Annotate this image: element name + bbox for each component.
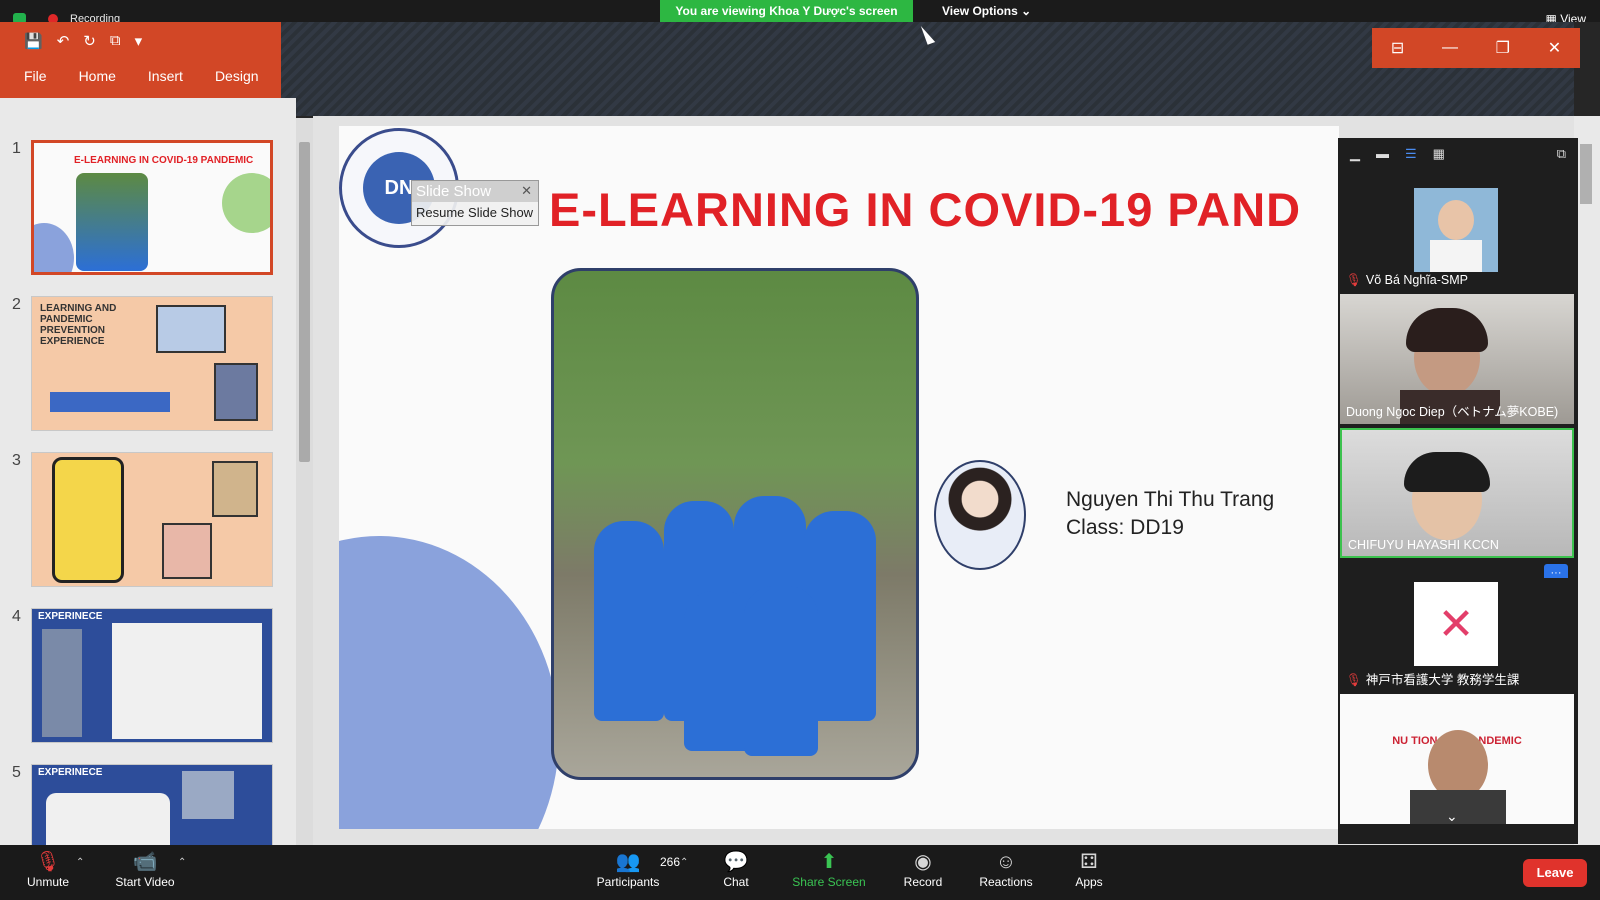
thumb-number: 4 bbox=[12, 608, 21, 625]
chat-button[interactable]: 💬 Chat bbox=[695, 849, 777, 889]
reactions-button[interactable]: ☺ Reactions bbox=[965, 849, 1047, 889]
restore-icon[interactable]: ❐ bbox=[1496, 38, 1510, 58]
group-photo bbox=[551, 268, 919, 780]
student-name: Nguyen Thi Thu Trang bbox=[1066, 488, 1275, 511]
slide-thumbnail-2[interactable]: LEARNING AND PANDEMIC PREVENTION EXPERIE… bbox=[31, 296, 273, 431]
decorative-circle bbox=[339, 536, 559, 829]
video-tile[interactable]: NU TION DURIN NDEMIC bbox=[1340, 694, 1574, 824]
slide-thumbnail-1[interactable]: E-LEARNING IN COVID-19 PANDEMIC bbox=[31, 140, 273, 275]
minimize-icon[interactable]: — bbox=[1442, 39, 1458, 57]
tab-home[interactable]: Home bbox=[79, 68, 116, 84]
zoom-top-bar: Recording You are viewing Khoa Y Dược's … bbox=[0, 0, 1600, 27]
video-tile[interactable]: 🎙 Võ Bá Nghĩa-SMP bbox=[1340, 174, 1574, 292]
window-controls: ⊟ — ❐ ✕ bbox=[1372, 28, 1580, 68]
slide-thumbnail-3[interactable] bbox=[31, 452, 273, 587]
muted-mic-icon: 🎙 bbox=[1346, 273, 1362, 287]
undo-icon[interactable]: ↶ bbox=[57, 32, 70, 50]
student-portrait bbox=[934, 460, 1026, 570]
tab-file[interactable]: File bbox=[24, 68, 47, 84]
view-options-button[interactable]: View Options ⌄ bbox=[942, 0, 1031, 22]
nursing-logo-icon: ✕ bbox=[1414, 582, 1498, 666]
start-video-button[interactable]: 📹 Start Video bbox=[104, 849, 186, 889]
slide-thumbnail-4[interactable]: EXPERINECE bbox=[31, 608, 273, 743]
reactions-icon: ☺ bbox=[995, 851, 1017, 873]
share-screen-button[interactable]: ⬆ Share Screen bbox=[788, 849, 870, 889]
video-tile[interactable]: Duong Ngoc Diep（ベトナム夢KOBE) bbox=[1340, 294, 1574, 424]
participants-count: 266 bbox=[660, 855, 681, 869]
slide-title: E-LEARNING IN COVID-19 PAND bbox=[549, 183, 1302, 236]
thumb-number: 2 bbox=[12, 296, 21, 313]
thumb-number: 1 bbox=[12, 140, 21, 157]
thumb-number: 5 bbox=[12, 764, 21, 781]
quick-access-toolbar: 💾 ↶ ↻ ⧉ ▾ bbox=[24, 32, 142, 50]
ppt-ribbon: 💾 ↶ ↻ ⧉ ▾ File Home Insert Design bbox=[0, 22, 281, 98]
current-slide: DN Slide Show ✕ Resume Slide Show E-LEAR… bbox=[339, 126, 1339, 829]
layout-icon[interactable]: ⊟ bbox=[1391, 38, 1404, 58]
video-off-icon: 📹 bbox=[132, 851, 158, 873]
record-button[interactable]: ◉ Record bbox=[882, 849, 964, 889]
video-gallery: ▁ ▬ ☰ ▦ ⧉ 🎙 Võ Bá Nghĩa-SMP Duong Ngoc Di… bbox=[1338, 138, 1578, 844]
chevron-up-icon[interactable]: ⌃ bbox=[680, 857, 688, 868]
thumb-photo bbox=[76, 173, 148, 271]
grid-view-icon[interactable]: ▦ bbox=[1433, 146, 1445, 162]
minimize-icon[interactable]: ▁ bbox=[1350, 146, 1360, 162]
leave-button[interactable]: Leave bbox=[1523, 859, 1587, 887]
muted-mic-icon: 🎙 bbox=[1346, 673, 1362, 687]
participants-button[interactable]: 👥 Participants bbox=[587, 849, 669, 889]
chevron-down-icon[interactable]: ⌄ bbox=[1446, 808, 1458, 825]
tab-design[interactable]: Design bbox=[215, 68, 259, 84]
popout-icon[interactable]: ⧉ bbox=[1557, 146, 1566, 162]
thumbnails-scrollbar[interactable] bbox=[296, 118, 313, 845]
video-tile-active-speaker[interactable]: CHIFUYU HAYASHI KCCN bbox=[1340, 428, 1574, 558]
chat-icon: 💬 bbox=[723, 851, 749, 873]
ribbon-tabs: File Home Insert Design bbox=[24, 68, 259, 84]
gallery-view-controls: ▁ ▬ ☰ ▦ ⧉ bbox=[1338, 138, 1578, 170]
slideshow-popup[interactable]: Slide Show ✕ Resume Slide Show bbox=[411, 180, 539, 226]
slide-thumbnail-5[interactable]: EXPERINECE bbox=[31, 764, 273, 845]
record-icon: ◉ bbox=[914, 851, 932, 873]
slide-thumbnails-pane: 1 E-LEARNING IN COVID-19 PANDEMIC 2 LEAR… bbox=[0, 98, 296, 845]
tab-insert[interactable]: Insert bbox=[148, 68, 183, 84]
close-icon[interactable]: ✕ bbox=[521, 183, 532, 199]
participants-icon: 👥 bbox=[615, 851, 641, 873]
apps-icon: ⚃ bbox=[1080, 851, 1098, 873]
student-info: Nguyen Thi Thu Trang Class: DD19 bbox=[1066, 486, 1274, 542]
redo-icon[interactable]: ↻ bbox=[83, 32, 96, 50]
speaker-view-icon[interactable]: ☰ bbox=[1405, 146, 1417, 162]
resume-slideshow-button[interactable]: Resume Slide Show bbox=[412, 202, 538, 224]
close-icon[interactable]: ✕ bbox=[1548, 38, 1561, 58]
chevron-up-icon[interactable]: ⌃ bbox=[178, 857, 186, 868]
shared-screen: 💾 ↶ ↻ ⧉ ▾ File Home Insert Design ⊟ — ❐ … bbox=[0, 22, 1600, 845]
chevron-up-icon[interactable]: ⌃ bbox=[76, 857, 84, 868]
video-tile[interactable]: ✕ 🎙 神戸市看護大学 教務学生課 bbox=[1340, 578, 1574, 692]
save-icon[interactable]: 💾 bbox=[24, 32, 43, 50]
avatar bbox=[1414, 188, 1498, 272]
apps-button[interactable]: ⚃ Apps bbox=[1048, 849, 1130, 889]
student-class: Class: DD19 bbox=[1066, 516, 1184, 539]
more-icon[interactable]: ▾ bbox=[135, 32, 143, 50]
single-view-icon[interactable]: ▬ bbox=[1376, 146, 1389, 162]
viewing-banner: You are viewing Khoa Y Dược's screen bbox=[660, 0, 913, 22]
unmute-button[interactable]: 🎙 Unmute bbox=[7, 849, 89, 889]
thumb-number: 3 bbox=[12, 452, 21, 469]
share-screen-icon: ⬆ bbox=[820, 851, 838, 873]
meeting-toolbar: 🎙 Unmute ⌃ 📹 Start Video ⌃ 👥 Participant… bbox=[0, 845, 1600, 900]
slideshow-icon[interactable]: ⧉ bbox=[110, 32, 121, 50]
